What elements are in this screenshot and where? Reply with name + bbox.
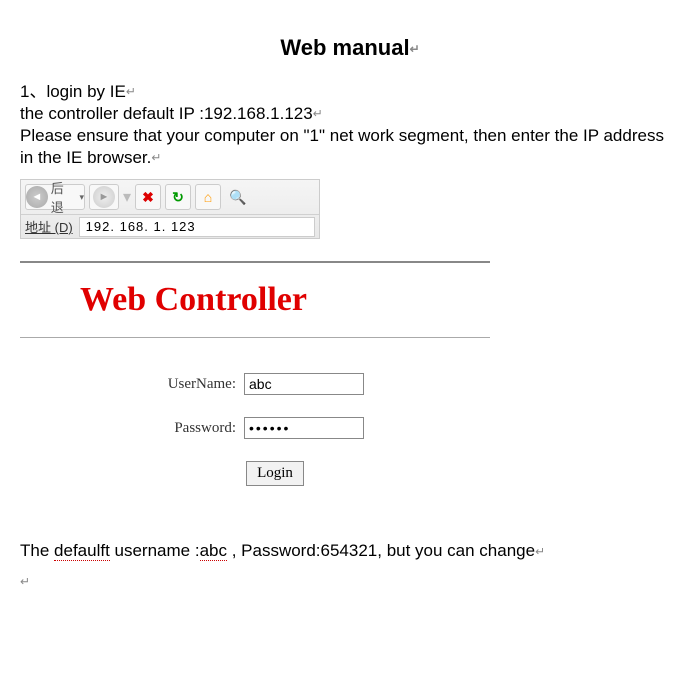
ie-back-label: 后退: [51, 178, 77, 216]
misspelled-defaulft: defaulft: [54, 541, 110, 561]
divider-thick: [20, 261, 490, 263]
forward-arrow-icon: ►: [93, 186, 115, 208]
search-icon: 🔍: [229, 189, 246, 206]
login-form: UserName: Password: •••••• Login: [20, 373, 490, 486]
ie-forward-button[interactable]: ►: [89, 184, 119, 210]
footer-note: The defaulft username :abc , Password:65…: [20, 541, 680, 591]
ie-address-bar: 地址 (D) 192. 168. 1. 123: [21, 215, 319, 239]
password-input[interactable]: ••••••: [244, 417, 364, 439]
login-button[interactable]: Login: [246, 461, 304, 486]
username-row: UserName:: [20, 373, 490, 395]
ie-button-row: ◄ 后退 ▾ ► ▾ ✖ ↻ ⌂ 🔍: [21, 180, 319, 214]
ie-refresh-button[interactable]: ↻: [165, 184, 191, 210]
separator-icon: ▾: [123, 187, 131, 207]
web-controller-heading: Web Controller: [80, 281, 680, 319]
address-input[interactable]: 192. 168. 1. 123: [79, 217, 315, 237]
refresh-icon: ↻: [172, 189, 184, 206]
username-input[interactable]: [244, 373, 364, 395]
ie-search-button[interactable]: 🔍: [225, 184, 251, 210]
password-label: Password:: [146, 420, 236, 437]
ie-toolbar-screenshot: ◄ 后退 ▾ ► ▾ ✖ ↻ ⌂ 🔍 地址 (D) 192. 168. 1. 1…: [20, 179, 320, 239]
username-label: UserName:: [146, 376, 236, 393]
home-icon: ⌂: [204, 189, 212, 205]
username-abc: abc: [200, 541, 227, 561]
instruction-line-3: Please ensure that your computer on "1" …: [20, 125, 680, 169]
instruction-line-1: 1、login by IE↵: [20, 81, 680, 103]
page-title: Web manual↵: [20, 35, 680, 61]
dropdown-icon: ▾: [79, 192, 84, 203]
divider-thin: [20, 337, 490, 338]
login-button-row: Login: [60, 461, 490, 486]
password-row: Password: ••••••: [20, 417, 490, 439]
stop-icon: ✖: [142, 189, 154, 206]
instructions-block: 1、login by IE↵ the controller default IP…: [20, 81, 680, 169]
ie-home-button[interactable]: ⌂: [195, 184, 221, 210]
back-arrow-icon: ◄: [26, 186, 48, 208]
ie-stop-button[interactable]: ✖: [135, 184, 161, 210]
address-label: 地址 (D): [25, 217, 73, 236]
instruction-line-2: the controller default IP :192.168.1.123…: [20, 103, 680, 125]
ie-back-button[interactable]: ◄ 后退 ▾: [25, 184, 85, 210]
